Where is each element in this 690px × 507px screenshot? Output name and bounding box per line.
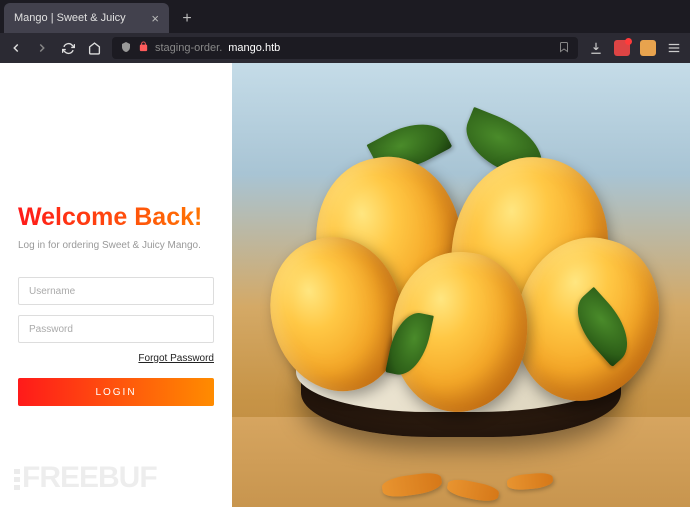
back-button[interactable] <box>8 40 24 56</box>
page-subtitle: Log in for ordering Sweet & Juicy Mango. <box>18 240 214 251</box>
extension-icon-1[interactable] <box>614 40 630 56</box>
username-input[interactable] <box>18 277 214 305</box>
reload-button[interactable] <box>60 40 76 56</box>
downloads-icon[interactable] <box>588 40 604 56</box>
tab-strip: Mango | Sweet & Juicy × + <box>0 0 690 33</box>
forward-button <box>34 40 50 56</box>
forgot-password-link[interactable]: Forgot Password <box>18 353 214 364</box>
hero-image <box>232 63 690 507</box>
password-input[interactable] <box>18 315 214 343</box>
bookmark-icon[interactable] <box>558 41 570 56</box>
address-bar[interactable]: staging-order. mango.htb <box>112 37 578 59</box>
tab-title: Mango | Sweet & Juicy <box>14 12 145 24</box>
close-tab-icon[interactable]: × <box>151 11 159 26</box>
notification-dot-icon <box>625 38 632 45</box>
menu-icon[interactable] <box>666 40 682 56</box>
toolbar-right <box>588 40 682 56</box>
shield-icon <box>120 41 132 56</box>
home-button[interactable] <box>86 40 102 56</box>
browser-tab[interactable]: Mango | Sweet & Juicy × <box>4 3 169 33</box>
login-panel: Welcome Back! Log in for ordering Sweet … <box>0 63 232 507</box>
watermark-text: FREEBUF <box>22 461 157 494</box>
nav-bar: staging-order. mango.htb <box>0 33 690 63</box>
page-content: Welcome Back! Log in for ordering Sweet … <box>0 63 690 507</box>
lock-warning-icon[interactable] <box>138 41 149 55</box>
url-prefix: staging-order. <box>155 42 222 54</box>
new-tab-button[interactable]: + <box>173 5 201 33</box>
page-title: Welcome Back! <box>18 203 214 232</box>
browser-chrome: Mango | Sweet & Juicy × + staging-order.… <box>0 0 690 63</box>
extension-icon-2[interactable] <box>640 40 656 56</box>
login-button[interactable]: LOGIN <box>18 378 214 406</box>
url-domain: mango.htb <box>228 42 280 54</box>
watermark-logo: FREEBUF <box>14 461 157 495</box>
